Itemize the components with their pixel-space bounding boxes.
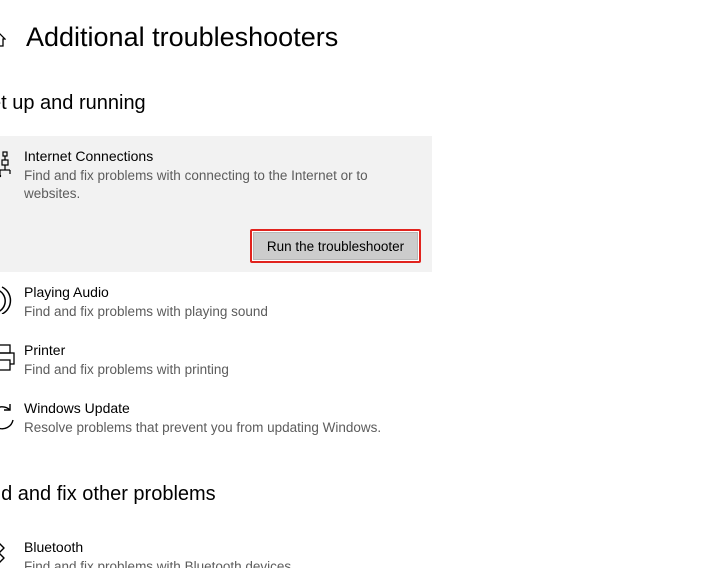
printer-icon (0, 344, 15, 371)
item-title: Internet Connections (24, 148, 154, 164)
internet-connections-icon (0, 151, 11, 178)
section-title-get-up-and-running: et up and running (0, 92, 146, 114)
item-title: Bluetooth (24, 539, 84, 555)
item-title: Windows Update (24, 400, 130, 416)
item-description: Resolve problems that prevent you from u… (24, 420, 382, 435)
page-title: Additional troubleshooters (26, 22, 339, 52)
run-troubleshooter-label: Run the troubleshooter (253, 232, 418, 260)
item-description: Find and fix problems with printing (24, 362, 229, 377)
run-troubleshooter-button[interactable]: Run the troubleshooter (250, 229, 421, 263)
home-icon[interactable] (0, 32, 6, 48)
item-description: Find and fix problems with connecting to… (24, 168, 368, 201)
windows-update-icon (0, 404, 14, 430)
item-title: Printer (24, 342, 66, 358)
item-description: Find and fix problems with playing sound (24, 304, 268, 319)
bluetooth-icon (0, 543, 5, 563)
item-title: Playing Audio (24, 284, 109, 300)
troubleshoot-settings-page: Additional troubleshooters et up and run… (0, 0, 720, 568)
item-description: Find and fix problems with Bluetooth dev… (24, 559, 292, 568)
section-title-find-and-fix-other-problems: nd and fix other problems (0, 483, 216, 505)
speaker-icon (0, 286, 12, 314)
